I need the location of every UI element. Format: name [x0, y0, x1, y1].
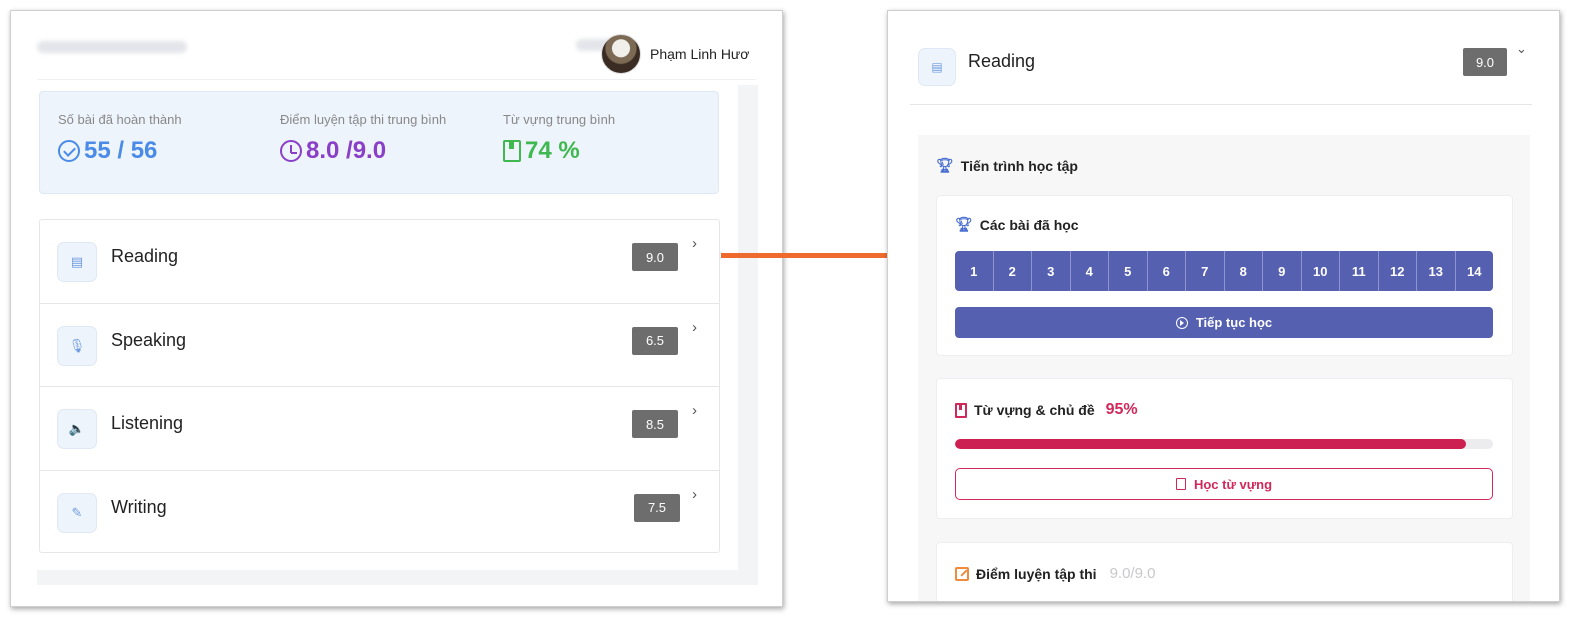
lessons-title: 🏆︎ Các bài đã học	[955, 216, 1079, 233]
lesson-item[interactable]: 11	[1340, 251, 1379, 291]
skill-name: Listening	[111, 413, 184, 433]
header-divider	[37, 79, 756, 80]
lesson-item[interactable]: 4	[1071, 251, 1109, 291]
edit-icon	[955, 566, 969, 581]
book-open-icon: ▤	[918, 48, 956, 86]
skill-row-listening[interactable]: 🔈 Listening 8.5 ›	[40, 387, 719, 471]
lesson-item[interactable]: 5	[1109, 251, 1148, 291]
lesson-list: 1 2 3 4 5 6 7 8 9 10 11 12 13 14	[955, 251, 1493, 291]
lesson-item[interactable]: 10	[1302, 251, 1340, 291]
book-open-icon: ▤	[57, 242, 97, 282]
score-badge: 7.5	[634, 493, 680, 522]
chevron-right-icon[interactable]: ›	[692, 486, 697, 503]
learn-vocab-label: Học từ vựng	[1193, 476, 1273, 492]
progress-section-title: 🏆︎ Tiến trình học tập	[936, 157, 1078, 174]
skill-name: Reading	[111, 246, 179, 266]
stat-exam-average-label: Điểm luyện tập thi trung bình	[280, 112, 447, 127]
detail-title: Reading	[968, 51, 1036, 71]
chevron-right-icon[interactable]: ›	[692, 402, 697, 419]
progress-section-label: Tiến trình học tập	[960, 157, 1078, 174]
vocab-title: Từ vựng & chủ đề 95%	[955, 401, 1138, 419]
lesson-item[interactable]: 12	[1379, 251, 1417, 291]
skill-name: Speaking	[111, 329, 187, 350]
stat-vocab-average-value-wrap: 74 %	[503, 137, 615, 165]
scroll-strip	[738, 85, 758, 575]
chevron-right-icon[interactable]: ›	[692, 319, 697, 336]
lesson-item[interactable]: 8	[1225, 251, 1263, 291]
stat-completed: Số bài đã hoàn thành 55 / 56	[58, 112, 182, 165]
lesson-item[interactable]: 1	[955, 251, 994, 291]
stat-exam-average-value: 8.0 /9.0	[306, 137, 387, 164]
stat-exam-average: Điểm luyện tập thi trung bình 8.0 /9.0	[280, 112, 446, 165]
detail-divider	[910, 104, 1532, 105]
exam-card: Điểm luyện tập thi 9.0/9.0	[936, 542, 1513, 601]
detail-score-badge: 9.0	[1463, 48, 1507, 76]
score-badge: 6.5	[632, 326, 678, 355]
stat-completed-value: 55 / 56	[84, 137, 158, 164]
stat-completed-label: Số bài đã hoàn thành	[58, 112, 182, 127]
stat-vocab-average-label: Từ vựng trung bình	[503, 112, 616, 127]
score-badge: 9.0	[632, 243, 678, 271]
stats-summary: Số bài đã hoàn thành 55 / 56 Điểm luyện …	[39, 91, 719, 194]
detail-content: 🏆︎ Tiến trình học tập 🏆︎ Các bài đã học …	[918, 135, 1530, 601]
vocab-card: Từ vựng & chủ đề 95% Học từ vựng	[936, 378, 1513, 519]
exam-score: 9.0/9.0	[1109, 565, 1156, 582]
stat-completed-value-wrap: 55 / 56	[58, 137, 182, 165]
skills-list: ▤ Reading 9.0 › 🎙 Speaking 6.5 › 🔈 Liste…	[39, 219, 720, 553]
lesson-item[interactable]: 2	[994, 251, 1032, 291]
microphone-icon: 🎙	[57, 325, 97, 366]
vocab-progress-fill	[955, 439, 1467, 449]
bottom-strip	[37, 570, 758, 585]
score-badge: 8.5	[632, 410, 678, 438]
lesson-item[interactable]: 14	[1456, 251, 1494, 291]
lesson-item[interactable]: 13	[1417, 251, 1456, 291]
book-icon	[1175, 478, 1186, 490]
continue-learning-button[interactable]: Tiếp tục học	[955, 307, 1493, 338]
lesson-item[interactable]: 7	[1186, 251, 1225, 291]
stat-vocab-average-value: 74 %	[525, 137, 580, 164]
lesson-item[interactable]: 6	[1148, 251, 1186, 291]
chevron-right-icon[interactable]: ›	[692, 235, 697, 252]
skill-name: Writing	[111, 496, 167, 517]
exam-title: Điểm luyện tập thi 9.0/9.0	[955, 565, 1155, 582]
clock-icon	[280, 140, 302, 162]
skill-row-writing[interactable]: ✎ Writing 7.5 ›	[40, 471, 719, 555]
lessons-title-label: Các bài đã học	[979, 216, 1079, 233]
reading-detail-panel: ▤ Reading 9.0 ⌄ 🏆︎ Tiến trình học tập 🏆︎…	[887, 10, 1560, 602]
stat-exam-average-value-wrap: 8.0 /9.0	[280, 137, 446, 165]
lesson-item[interactable]: 3	[1032, 251, 1071, 291]
vocab-title-label: Từ vựng & chủ đề	[974, 402, 1095, 418]
chevron-down-icon[interactable]: ⌄	[1516, 41, 1527, 57]
stat-vocab-average: Từ vựng trung bình 74 %	[503, 112, 615, 165]
trophy-icon: 🏆︎	[936, 157, 954, 173]
continue-learning-label: Tiếp tục học	[1195, 315, 1273, 330]
vocab-progress-bar	[955, 439, 1493, 449]
lessons-card: 🏆︎ Các bài đã học 1 2 3 4 5 6 7 8 9 10 1…	[936, 195, 1513, 356]
avatar[interactable]	[601, 34, 641, 74]
check-circle-icon	[58, 140, 80, 162]
book-icon	[503, 140, 521, 162]
blurred-header-text	[37, 41, 187, 53]
lesson-item[interactable]: 9	[1263, 251, 1302, 291]
book-icon	[955, 402, 967, 418]
play-icon	[1175, 316, 1188, 329]
learn-vocab-button[interactable]: Học từ vựng	[955, 468, 1493, 500]
vocab-percent: 95%	[1105, 401, 1138, 418]
trophy-icon: 🏆︎	[955, 216, 973, 232]
user-profile[interactable]: Phạm Linh Hươ	[601, 34, 749, 74]
exam-title-label: Điểm luyện tập thi	[976, 565, 1097, 582]
speaker-icon: 🔈	[57, 409, 97, 449]
skill-row-speaking[interactable]: 🎙 Speaking 6.5 ›	[40, 304, 719, 387]
user-name: Phạm Linh Hươ	[650, 46, 750, 62]
dashboard-panel: Phạm Linh Hươ Số bài đã hoàn thành 55 / …	[10, 10, 783, 607]
pen-icon: ✎	[57, 492, 97, 533]
skill-row-reading[interactable]: ▤ Reading 9.0 ›	[40, 220, 719, 304]
